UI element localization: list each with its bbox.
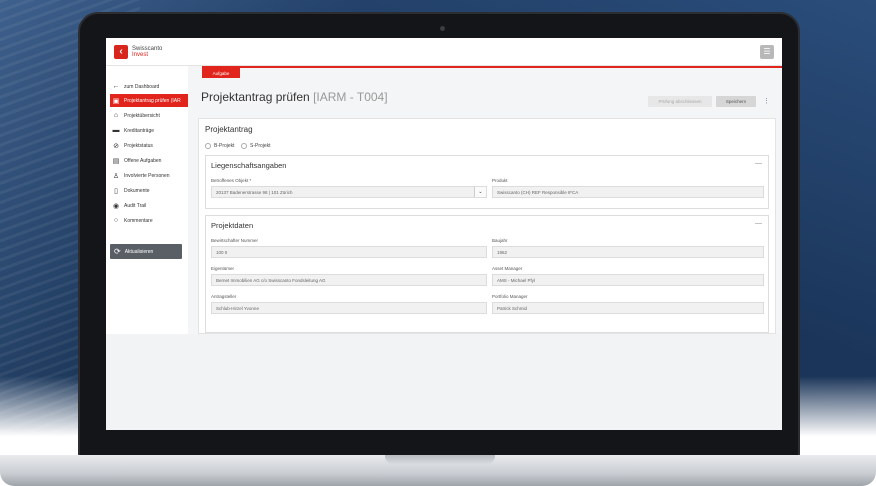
product-value: Swisscanto (CH) REF Responsible IFCA xyxy=(497,189,579,195)
menu-icon[interactable]: ☰ xyxy=(760,45,774,59)
card-icon: ▬ xyxy=(112,127,120,134)
clipboard-icon: ▣ xyxy=(112,97,120,105)
save-button[interactable]: Speichern xyxy=(716,96,756,107)
sidebar-item-label: Audit Trail xyxy=(124,202,147,209)
sidebar-item-label: zum Dashboard xyxy=(124,83,160,90)
collapse-icon[interactable]: — xyxy=(755,220,762,227)
year-field[interactable]: 1962 xyxy=(492,246,764,258)
sidebar-item-persons[interactable]: ♙ Involvierte Personen xyxy=(110,169,188,182)
brand-logo-icon: ‹ xyxy=(114,44,128,59)
complete-review-label: Prüfung abschliessen xyxy=(658,99,702,104)
sidebar-item-label: Offene Aufgaben xyxy=(124,157,162,164)
sidebar-item-label: Projektantrag prüfen (IAR xyxy=(124,97,181,104)
sidebar-item-overview[interactable]: ⌂ Projektübersicht xyxy=(110,109,188,122)
product-label: Produkt xyxy=(492,178,508,183)
chevron-down-icon[interactable]: ⌄ xyxy=(474,187,486,197)
radio-s-project[interactable]: S-Projekt xyxy=(241,143,271,149)
radio-b-project[interactable]: B-Projekt xyxy=(205,143,235,149)
radio-dot xyxy=(205,143,211,149)
more-options-icon[interactable]: ⋮ xyxy=(763,96,770,107)
brand-name-line2: Invest xyxy=(132,51,149,58)
year-value: 1962 xyxy=(497,249,508,255)
page-title: Projektantrag prüfen [IARM - T004] xyxy=(201,90,388,104)
applicant-label: Antragsteller xyxy=(211,294,237,299)
section-title: Liegenschaftsangaben xyxy=(211,161,287,170)
task-chip-label: Aufgabe xyxy=(212,70,230,76)
sidebar-item-audit[interactable]: ◉ Audit Trail xyxy=(110,199,188,212)
sidebar-item-label: Kommentare xyxy=(124,217,153,224)
asset-manager-label: Asset Manager xyxy=(492,266,523,271)
sidebar-item-status[interactable]: ⊘ Projektstatus xyxy=(110,139,188,152)
section-title: Projektdaten xyxy=(211,221,254,230)
object-value: 20137 Badenerstrasse 98 | 101 Zürich xyxy=(216,189,293,195)
project-data-section: Projektdaten — Bewirtschafter Nummer 100… xyxy=(205,215,769,333)
refresh-icon: ⟳ xyxy=(114,247,121,256)
refresh-button[interactable]: ⟳ Aktualisieren xyxy=(110,244,182,259)
person-icon: ♙ xyxy=(112,172,120,180)
sidebar: ← zum Dashboard ▣ Projektantrag prüfen (… xyxy=(106,66,188,334)
brand-name: Swisscanto Invest xyxy=(132,46,162,58)
calendar-icon: ▤ xyxy=(112,157,120,165)
eye-icon: ◉ xyxy=(112,202,120,210)
sidebar-item-documents[interactable]: ▯ Dokumente xyxy=(110,184,188,197)
year-label: Baujahr xyxy=(492,238,508,243)
accent-bar xyxy=(202,66,782,68)
sidebar-item-credit[interactable]: ▬ Kreditanträge xyxy=(110,124,188,137)
home-icon: ⌂ xyxy=(113,112,119,119)
task-chip[interactable]: Aufgabe xyxy=(202,68,240,78)
manager-number-label: Bewirtschafter Nummer xyxy=(211,238,259,243)
sidebar-item-comments[interactable]: ○ Kommentare xyxy=(110,214,188,227)
manager-number-value: 100 0 xyxy=(216,249,228,255)
app-header: ‹ Swisscanto Invest ☰ xyxy=(106,38,782,66)
owner-label: Eigentümer xyxy=(211,266,235,271)
project-card: Projektantrag B-Projekt S-Projekt Liegen… xyxy=(198,118,776,334)
page-title-ref: [IARM - T004] xyxy=(313,90,388,104)
sidebar-item-review[interactable]: ▣ Projektantrag prüfen (IAR xyxy=(110,94,188,107)
asset-manager-field[interactable]: AMS - Michael Pfyl xyxy=(492,274,764,286)
portfolio-manager-label: Portfolio Manager xyxy=(492,294,528,299)
complete-review-button[interactable]: Prüfung abschliessen xyxy=(648,96,712,107)
sidebar-item-label: Projektstatus xyxy=(124,142,153,149)
collapse-icon[interactable]: — xyxy=(755,160,762,167)
portfolio-manager-value: Patrick Schmid xyxy=(497,305,528,311)
object-label: Betroffenes Objekt * xyxy=(211,178,252,183)
main-content: Aufgabe Projektantrag prüfen [IARM - T00… xyxy=(188,66,782,334)
page-title-text: Projektantrag prüfen xyxy=(201,90,310,104)
app-screen: ‹ Swisscanto Invest ☰ ← zum Dashboard ▣ … xyxy=(106,38,782,430)
applicant-value: Schlub-Hirzel Yvonne xyxy=(216,305,259,311)
screen-empty-area xyxy=(106,334,782,430)
refresh-label: Aktualisieren xyxy=(124,248,154,255)
sidebar-item-label: Projektübersicht xyxy=(124,112,160,119)
property-section: Liegenschaftsangaben — Betroffenes Objek… xyxy=(205,155,769,209)
object-select[interactable]: 20137 Badenerstrasse 98 | 101 Zürich ⌄ xyxy=(211,186,487,198)
owner-field[interactable]: Bernet Immobilien AG c/o Swisscanto Fond… xyxy=(211,274,487,286)
comment-icon: ○ xyxy=(113,217,119,224)
radio-label: B-Projekt xyxy=(214,143,235,149)
owner-value: Bernet Immobilien AG c/o Swisscanto Fond… xyxy=(216,277,326,283)
brand-name-line1: Swisscanto xyxy=(132,45,163,52)
camera-icon xyxy=(440,26,445,31)
manager-number-field[interactable]: 100 0 xyxy=(211,246,487,258)
arrow-left-icon: ← xyxy=(112,83,120,90)
asset-manager-value: AMS - Michael Pfyl xyxy=(497,277,536,283)
portfolio-manager-field[interactable]: Patrick Schmid xyxy=(492,302,764,314)
product-field[interactable]: Swisscanto (CH) REF Responsible IFCA xyxy=(492,186,764,198)
save-label: Speichern xyxy=(725,99,747,104)
laptop-notch xyxy=(385,455,495,464)
card-title: Projektantrag xyxy=(205,125,253,134)
sidebar-item-tasks[interactable]: ▤ Offene Aufgaben xyxy=(110,154,188,167)
sidebar-item-label: Involvierte Personen xyxy=(124,172,170,179)
sidebar-item-dashboard[interactable]: ← zum Dashboard xyxy=(110,80,188,93)
sidebar-item-label: Kreditanträge xyxy=(124,127,155,134)
applicant-field[interactable]: Schlub-Hirzel Yvonne xyxy=(211,302,487,314)
sidebar-item-label: Dokumente xyxy=(124,187,150,194)
document-icon: ▯ xyxy=(114,187,118,195)
check-circle-icon: ⊘ xyxy=(113,142,119,150)
radio-label: S-Projekt xyxy=(250,143,271,149)
radio-dot xyxy=(241,143,247,149)
